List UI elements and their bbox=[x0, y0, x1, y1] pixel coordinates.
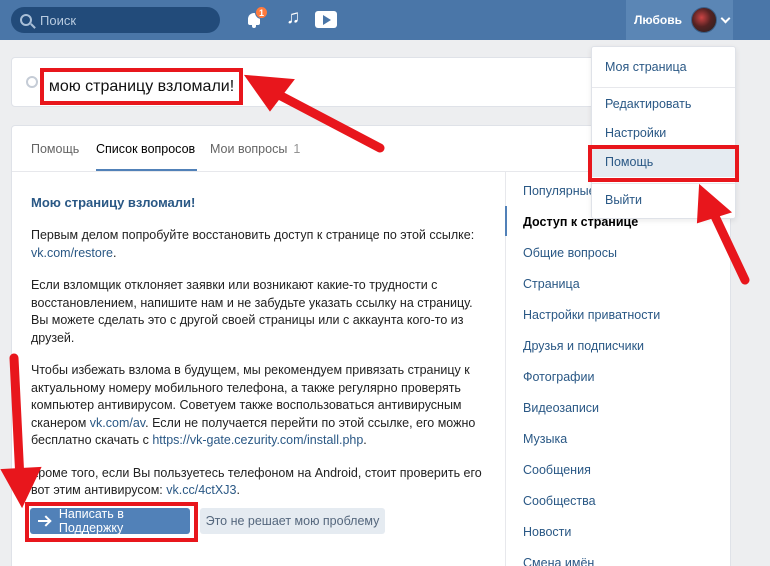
annotation-arrowhead-help bbox=[696, 183, 733, 224]
annotation-arrows bbox=[0, 74, 750, 509]
annotation-arrowhead-support bbox=[0, 466, 42, 509]
annotation-arrow-to-help bbox=[707, 205, 750, 285]
annotation-arrow-to-support bbox=[9, 353, 25, 485]
annotation-arrowhead-search bbox=[243, 74, 295, 112]
